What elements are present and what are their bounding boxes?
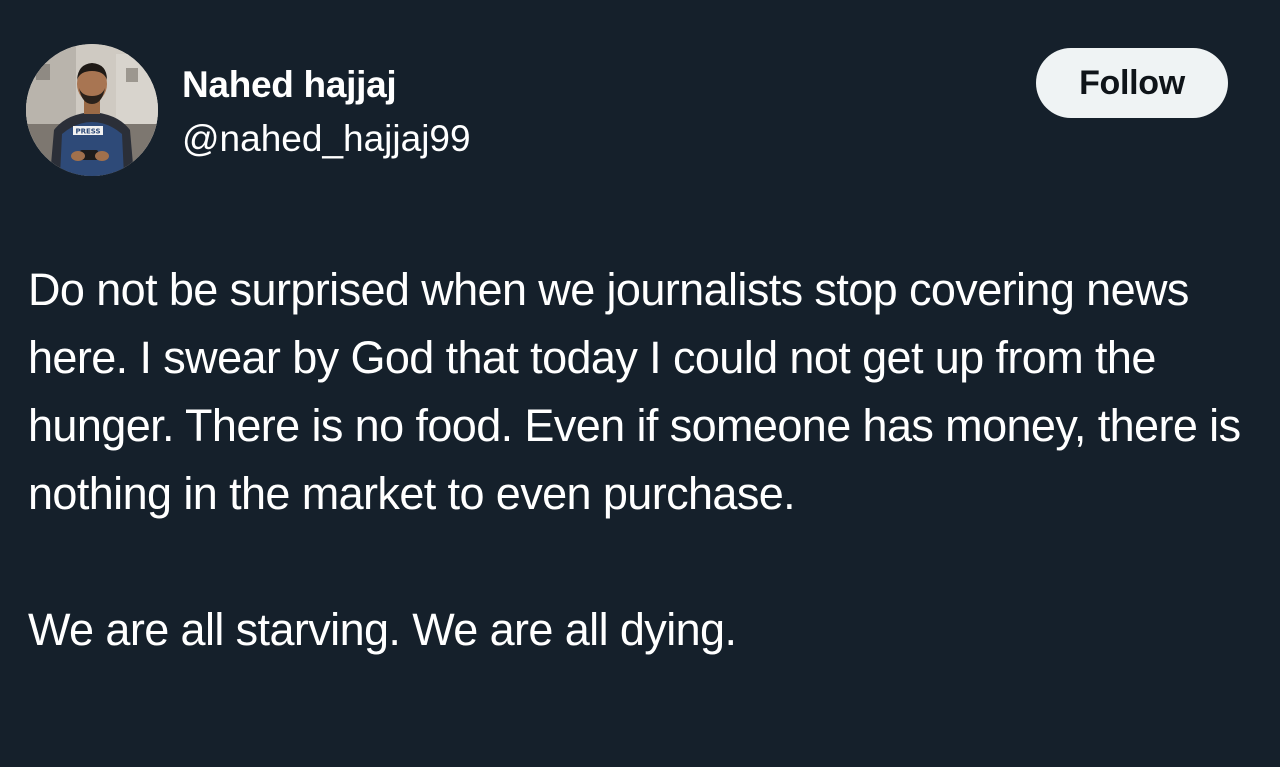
author-handle[interactable]: @nahed_hajjaj99 [182,118,471,160]
author-display-name[interactable]: Nahed hajjaj [182,64,397,106]
press-badge: PRESS [75,128,100,136]
tweet-card: PRESS Nahed hajjaj @nahed_hajjaj99 Follo… [0,0,1280,767]
tweet-text: Do not be surprised when we journalists … [28,256,1260,664]
follow-button[interactable]: Follow [1036,48,1228,118]
avatar[interactable]: PRESS [26,44,158,176]
avatar-image: PRESS [26,44,158,176]
tweet-paragraph: We are all starving. We are all dying. [28,604,737,655]
tweet-paragraph: Do not be surprised when we journalists … [28,264,1241,519]
